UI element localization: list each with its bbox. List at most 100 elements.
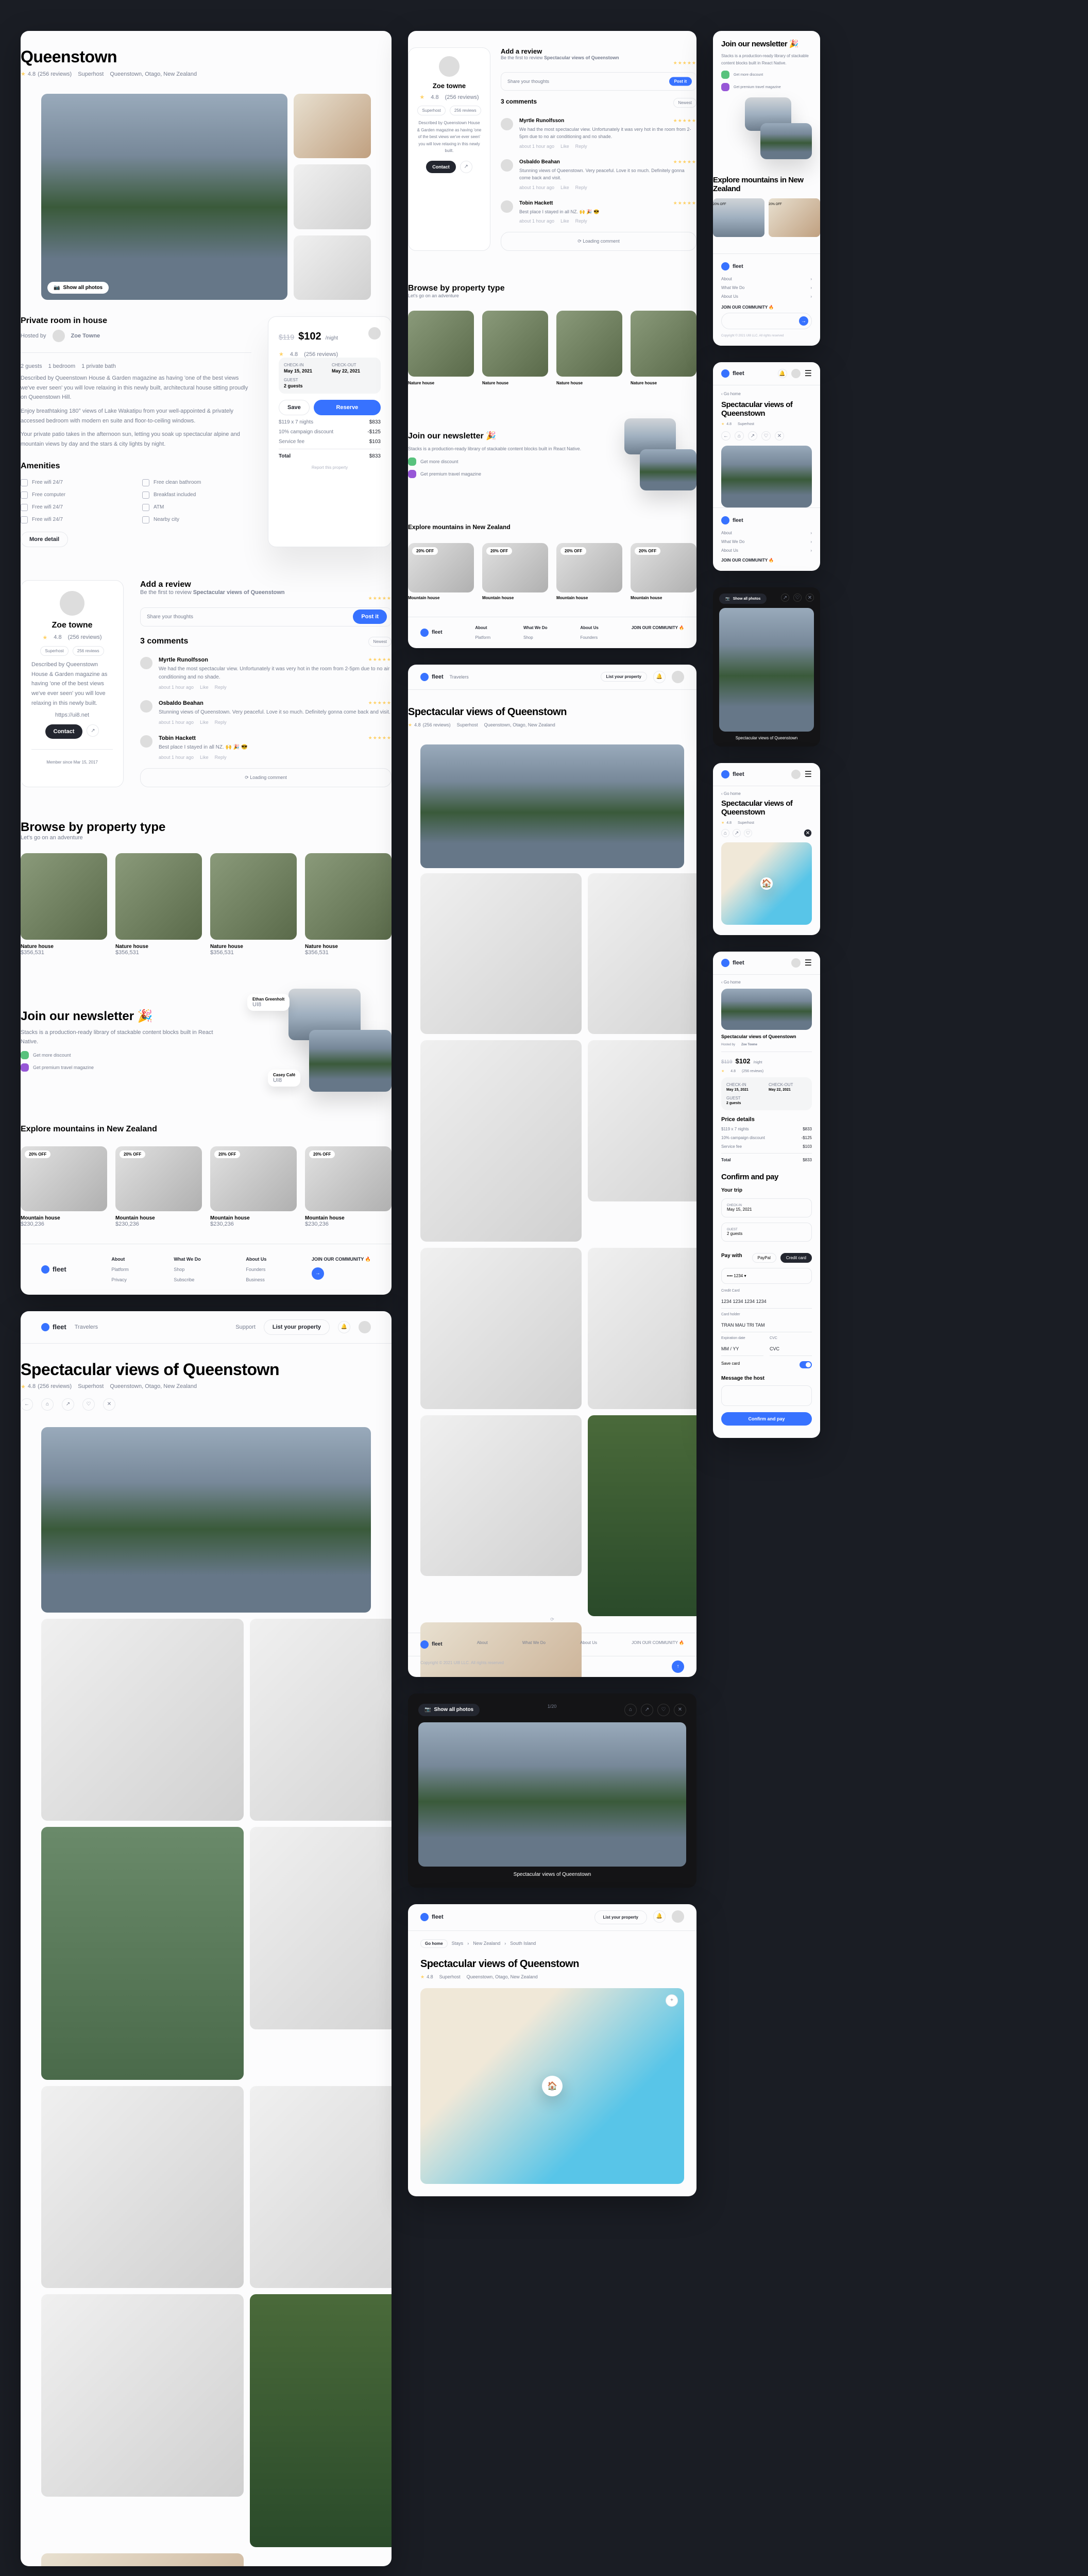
back-link[interactable]: ‹ Go home <box>721 392 812 396</box>
map-pin[interactable]: 🏠 <box>542 2076 563 2096</box>
explore-card[interactable]: 20% OFF <box>713 198 764 237</box>
property-card[interactable]: Nature house$356,531 <box>115 853 202 956</box>
explore-card[interactable]: 20% OFFMountain house$230,236 <box>21 1146 107 1227</box>
close-icon[interactable]: ✕ <box>804 829 812 837</box>
cvc-input[interactable]: CVC <box>770 1342 812 1356</box>
gallery-photo[interactable] <box>588 1040 697 1201</box>
report-link[interactable]: Report this property <box>279 465 381 470</box>
property-card[interactable]: Nature house$356,531 <box>305 853 392 956</box>
reply-link[interactable]: Reply <box>215 720 227 725</box>
notification-icon[interactable]: 🔔 <box>778 369 787 378</box>
heart-icon[interactable]: ♡ <box>82 1398 95 1411</box>
heart-icon[interactable]: ♡ <box>744 829 752 837</box>
share-icon[interactable]: ↗ <box>781 594 789 602</box>
save-button[interactable]: Save <box>279 400 310 415</box>
nav-travelers[interactable]: Travelers <box>75 1324 98 1330</box>
gallery-photo[interactable] <box>588 1415 697 1617</box>
like-link[interactable]: Like <box>200 755 209 760</box>
post-button[interactable]: Post it <box>353 609 387 624</box>
show-all-photos-button[interactable]: 📷 Show all photos <box>47 282 109 294</box>
menu-icon[interactable]: ☰ <box>805 958 812 968</box>
gallery-photo[interactable] <box>588 873 697 1035</box>
gallery-hero[interactable] <box>420 744 684 868</box>
hero-thumb-2[interactable] <box>294 164 371 229</box>
reply-link[interactable]: Reply <box>215 685 227 690</box>
explore-card[interactable]: 20% OFFMountain house$230,236 <box>305 1146 392 1227</box>
map-view[interactable]: 🏠 + <box>420 1988 684 2184</box>
home-icon[interactable]: ⌂ <box>41 1398 54 1411</box>
show-all-button[interactable]: 📷 Show all photos <box>418 1704 480 1716</box>
explore-card[interactable]: 20% OFFMountain house$230,236 <box>210 1146 297 1227</box>
gallery-photo[interactable] <box>41 2553 244 2566</box>
save-card-toggle[interactable] <box>800 1361 812 1368</box>
pay-paypal[interactable]: PayPal <box>752 1253 776 1263</box>
heart-icon[interactable]: ♡ <box>793 594 802 602</box>
user-avatar[interactable] <box>359 1321 371 1333</box>
back-button[interactable]: Go home <box>420 1939 448 1948</box>
nav-prev-icon[interactable]: ← <box>21 1398 33 1411</box>
gallery-hero[interactable] <box>721 446 812 507</box>
heart-icon[interactable]: ♡ <box>657 1704 670 1716</box>
date-picker[interactable]: Check-inMay 15, 2021 Check-outMay 22, 20… <box>279 358 381 394</box>
share-icon[interactable]: ↗ <box>641 1704 653 1716</box>
share-icon[interactable]: ↗ <box>733 829 741 837</box>
sort-dropdown[interactable]: Newest <box>673 98 696 108</box>
share-icon[interactable]: ↗ <box>87 724 99 737</box>
hero-thumb-1[interactable] <box>294 94 371 158</box>
menu-icon[interactable]: ☰ <box>805 769 812 779</box>
gallery-photo[interactable] <box>420 1415 582 1577</box>
gallery-photo[interactable] <box>41 2086 244 2289</box>
home-icon[interactable]: ⌂ <box>624 1704 637 1716</box>
close-icon[interactable]: ✕ <box>775 431 784 440</box>
share-icon[interactable]: ↗ <box>62 1398 74 1411</box>
gallery-photo[interactable] <box>250 2294 392 2547</box>
gallery-photo[interactable] <box>420 1248 582 1409</box>
hero-thumb-3[interactable] <box>294 235 371 300</box>
contact-button[interactable]: Contact <box>45 724 83 739</box>
lightbox-image[interactable] <box>418 1722 686 1867</box>
exp-input[interactable]: MM / YY <box>721 1342 763 1356</box>
gallery-photo[interactable] <box>588 1248 697 1409</box>
notification-icon[interactable]: 🔔 <box>653 1910 666 1923</box>
rate-input[interactable]: ★★★★★ <box>368 596 392 601</box>
saved-card-select[interactable]: •••• 1234 ▾ <box>721 1268 812 1284</box>
gallery-photo[interactable] <box>250 2086 392 2289</box>
home-icon[interactable]: ⌂ <box>735 431 744 440</box>
notification-icon[interactable]: 🔔 <box>338 1321 350 1333</box>
gallery-photo[interactable] <box>250 1619 392 1821</box>
card-holder-input[interactable]: TRAN MAU TRI TAM <box>721 1318 812 1332</box>
back-link[interactable]: ‹ Go home <box>721 791 812 796</box>
back-link[interactable]: ‹ Go home <box>721 980 812 985</box>
post-button[interactable]: Post it <box>669 77 692 86</box>
heart-icon[interactable]: ♡ <box>761 431 771 440</box>
hero-image-main[interactable]: 📷 Show all photos <box>41 94 287 300</box>
map-view[interactable]: 🏠 <box>721 842 812 925</box>
reply-link[interactable]: Reply <box>215 755 227 760</box>
property-card[interactable]: Nature house <box>408 311 474 385</box>
loading-more[interactable]: ⟳ Loading comment <box>140 768 392 787</box>
review-input[interactable]: Share your thoughtsPost it <box>501 72 696 91</box>
gallery-photo[interactable] <box>420 1040 582 1242</box>
notification-icon[interactable]: 🔔 <box>653 671 666 683</box>
close-icon[interactable]: ✕ <box>806 594 814 602</box>
property-card[interactable]: Nature house <box>556 311 622 385</box>
lightbox-image[interactable] <box>719 608 814 732</box>
property-card[interactable]: Nature house <box>631 311 696 385</box>
like-link[interactable]: Like <box>200 685 209 690</box>
property-card[interactable]: Nature house$356,531 <box>21 853 107 956</box>
explore-card[interactable]: 20% OFF <box>769 198 820 237</box>
review-input[interactable]: Share your thoughts Post it <box>140 607 392 626</box>
gallery-photo[interactable] <box>41 1827 244 2080</box>
nav-icon[interactable]: ← <box>721 431 730 440</box>
close-icon[interactable]: ✕ <box>674 1704 686 1716</box>
reserve-button[interactable]: Reserve <box>314 400 381 415</box>
newsletter-submit-icon[interactable]: → <box>312 1267 324 1280</box>
submit-icon[interactable]: → <box>799 316 808 326</box>
property-card[interactable]: Nature house$356,531 <box>210 853 297 956</box>
gallery-photo[interactable] <box>420 873 582 1035</box>
logo[interactable]: fleet <box>41 1323 66 1331</box>
message-input[interactable] <box>721 1385 812 1406</box>
list-property-button[interactable]: List your property <box>601 672 647 682</box>
explore-card[interactable]: 20% OFFMountain house$230,236 <box>115 1146 202 1227</box>
confirm-pay-button[interactable]: Confirm and pay <box>721 1412 812 1426</box>
